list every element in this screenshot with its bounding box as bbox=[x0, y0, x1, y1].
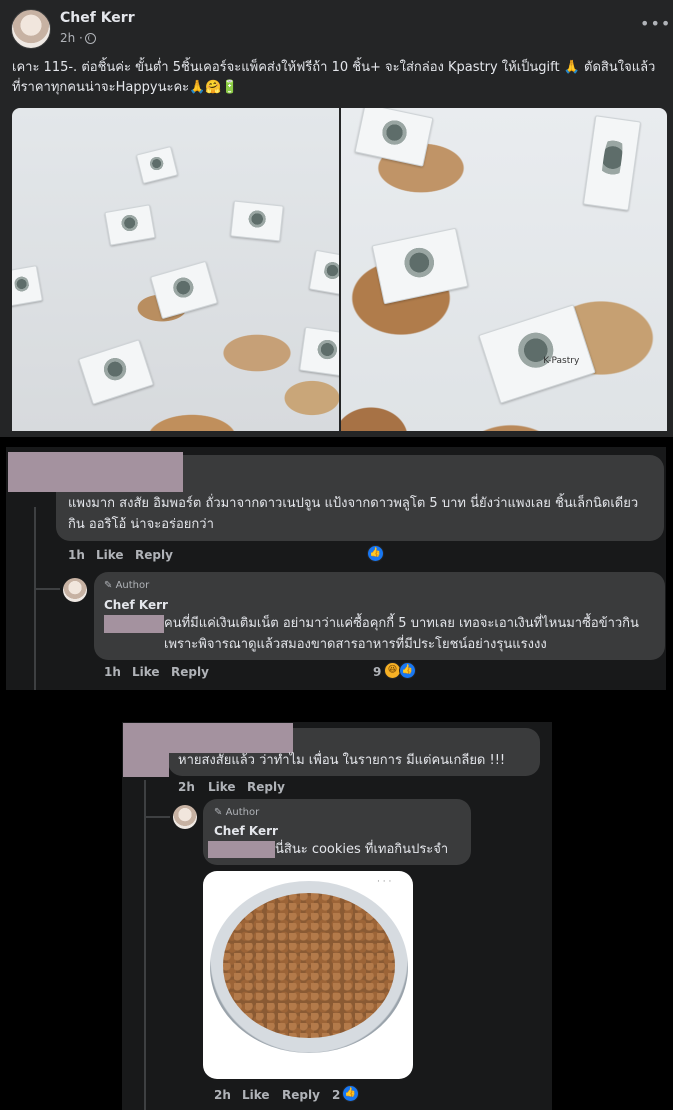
flag-brand-text: K-Pastry bbox=[543, 355, 580, 366]
redacted-mention bbox=[208, 841, 275, 858]
reply-reply-button[interactable]: Reply bbox=[171, 665, 209, 679]
pet-food-image bbox=[223, 893, 395, 1038]
author-badge: ✎ Author bbox=[104, 580, 150, 591]
flag-icon bbox=[150, 260, 218, 320]
more-options-icon[interactable]: ••• bbox=[640, 14, 671, 33]
redacted-name bbox=[123, 753, 169, 777]
post-card: Chef Kerr 2h · ••• เคาะ 115-. ต่อชิ้นค่ะ… bbox=[0, 0, 673, 437]
reply-author-name[interactable]: Chef Kerr bbox=[214, 824, 278, 838]
post-photo-right[interactable]: K-Pastry bbox=[341, 108, 667, 431]
like-button[interactable]: Like bbox=[96, 548, 124, 562]
thread-connector bbox=[34, 588, 60, 590]
flag-icon bbox=[104, 204, 156, 246]
reply-author-name[interactable]: Chef Kerr bbox=[104, 598, 168, 612]
redacted-name bbox=[8, 452, 183, 492]
flag-icon bbox=[12, 265, 43, 307]
globe-icon bbox=[85, 33, 96, 44]
reply-reply-button[interactable]: Reply bbox=[282, 1088, 320, 1102]
reply-like-button[interactable]: Like bbox=[242, 1088, 270, 1102]
reply-like-button[interactable]: Like bbox=[132, 665, 160, 679]
like-reaction-icon[interactable]: 👍 bbox=[399, 662, 416, 679]
post-text: เคาะ 115-. ต่อชิ้นค่ะ ขั้นต่ำ 5ชิ้นเคอร์… bbox=[12, 60, 656, 95]
comment-time[interactable]: 1h bbox=[68, 548, 85, 562]
thread-line bbox=[144, 780, 146, 1110]
redacted-name bbox=[123, 723, 293, 753]
thread-connector bbox=[144, 816, 170, 818]
flag-icon bbox=[308, 249, 339, 297]
comment-thread-2: หายสงสัยแล้ว ว่าทำไม เพื่อน ในรายการ มีแ… bbox=[122, 722, 552, 1110]
flag-icon bbox=[299, 326, 339, 378]
pencil-icon: ✎ bbox=[104, 580, 116, 591]
reaction-count[interactable]: 9 bbox=[373, 665, 381, 679]
flag-icon bbox=[582, 115, 642, 211]
reply-time[interactable]: 2h bbox=[214, 1088, 231, 1102]
flag-icon bbox=[230, 200, 284, 242]
comment-text: แพงมาก สงสัย อิมพอร์ต ถั่วมาจากดาวเนปจูน… bbox=[68, 496, 639, 532]
flag-icon: K-Pastry bbox=[478, 304, 596, 404]
flag-icon bbox=[371, 227, 469, 305]
like-button[interactable]: Like bbox=[208, 780, 236, 794]
reply-time[interactable]: 1h bbox=[104, 665, 121, 679]
author-badge: ✎ Author bbox=[214, 807, 260, 818]
thread-line bbox=[34, 507, 36, 690]
pencil-icon: ✎ bbox=[214, 807, 226, 818]
comment-time[interactable]: 2h bbox=[178, 780, 195, 794]
like-reaction-icon[interactable]: 👍 bbox=[342, 1085, 359, 1102]
reaction-count[interactable]: 2 bbox=[332, 1088, 340, 1102]
image-options-icon[interactable]: · · · bbox=[377, 877, 391, 887]
comment-thread-1: แพงมาก สงสัย อิมพอร์ต ถั่วมาจากดาวเนปจูน… bbox=[6, 447, 666, 690]
reply-text: คนที่มีแค่เงินเติมเน็ต อย่ามาว่าแค่ซื้อค… bbox=[164, 616, 639, 652]
reply-text: นี่สินะ cookies ที่เทอกินประจำ bbox=[275, 842, 449, 857]
author-avatar[interactable] bbox=[11, 9, 51, 49]
reply-image[interactable]: · · · bbox=[203, 871, 413, 1079]
flag-icon bbox=[354, 108, 434, 167]
reply-author-avatar[interactable] bbox=[63, 578, 87, 602]
reply-button[interactable]: Reply bbox=[247, 780, 285, 794]
post-author-name[interactable]: Chef Kerr bbox=[60, 10, 135, 26]
like-reaction-icon[interactable]: 👍 bbox=[367, 545, 384, 562]
post-timestamp[interactable]: 2h · bbox=[60, 31, 83, 45]
reply-author-avatar[interactable] bbox=[173, 805, 197, 829]
flag-icon bbox=[78, 339, 154, 405]
comment-text: หายสงสัยแล้ว ว่าทำไม เพื่อน ในรายการ มีแ… bbox=[178, 753, 506, 768]
redacted-mention bbox=[104, 615, 164, 633]
reply-button[interactable]: Reply bbox=[135, 548, 173, 562]
flag-icon bbox=[135, 146, 179, 184]
post-photo-left[interactable] bbox=[12, 108, 339, 431]
